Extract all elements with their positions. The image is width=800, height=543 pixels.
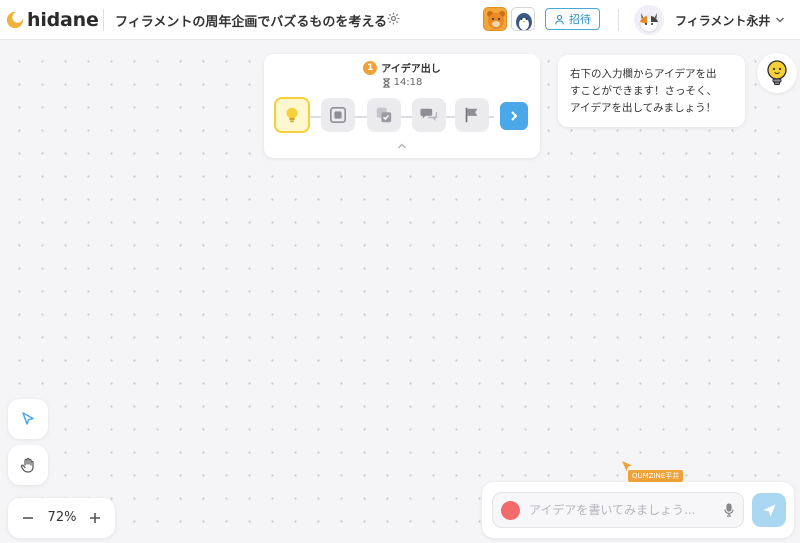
step-idea[interactable] (274, 97, 310, 133)
tip-line: アイデアを出してみましょう！ (570, 102, 717, 114)
timer-value: 14:18 (393, 77, 423, 88)
lightbulb-mascot-icon (767, 60, 787, 85)
step-group[interactable] (321, 98, 355, 132)
chat-bubbles-icon (420, 108, 438, 121)
invite-label: 招待 (569, 13, 591, 26)
collaborator-cursor-label: QUMZINE平井 (628, 470, 684, 482)
tip-line: 右下の入力欄からアイデアを出 (570, 68, 717, 80)
flag-icon (465, 107, 478, 123)
user-avatar[interactable] (634, 5, 664, 35)
zoom-in-icon[interactable] (87, 510, 103, 526)
idea-input-wrapper (492, 492, 744, 528)
mic-icon[interactable] (723, 503, 735, 517)
invite-button[interactable]: 招待 (545, 8, 600, 30)
paper-plane-icon (762, 503, 776, 517)
bear-icon (487, 11, 505, 29)
person-icon (555, 14, 564, 24)
participant-avatar-bear[interactable] (483, 7, 507, 31)
zoom-control: 72% (8, 498, 115, 538)
chevron-right-icon (511, 111, 518, 121)
penguin-icon (516, 13, 532, 30)
tip-bubble: 右下の入力欄からアイデアを出 すことができます！さっそく、 アイデアを出してみま… (558, 55, 745, 127)
step-title-row: 1 アイデア出し (264, 60, 540, 75)
step-panel: 1 アイデア出し 14:18 (264, 54, 540, 158)
step-number-badge: 1 (363, 60, 378, 75)
zoom-out-icon[interactable] (20, 510, 36, 526)
step-title: アイデア出し (381, 64, 441, 75)
zoom-level: 72% (47, 510, 77, 525)
idea-input-panel (482, 482, 794, 538)
idea-input[interactable] (529, 493, 719, 527)
pointer-icon (22, 412, 34, 425)
select-tool-button[interactable] (8, 399, 48, 439)
hand-icon (20, 457, 34, 473)
project-title[interactable]: フィラメントの周年企画でバズるものを考える (115, 11, 387, 30)
hourglass-icon (382, 77, 390, 88)
hand-tool-button[interactable] (8, 445, 48, 485)
next-step-button[interactable] (500, 102, 528, 130)
logo[interactable]: hidane (6, 8, 99, 32)
chevron-down-icon[interactable] (775, 15, 785, 25)
cat-icon (639, 13, 659, 33)
gear-icon[interactable] (386, 11, 401, 26)
logo-text: hidane (27, 9, 99, 31)
lightbulb-icon (286, 107, 298, 123)
stacked-cards-check-icon (376, 107, 392, 123)
user-name[interactable]: フィラメント永井 (675, 12, 770, 29)
step-goal[interactable] (455, 98, 489, 132)
header-divider (103, 9, 104, 31)
header-divider (618, 9, 619, 31)
app-header: hidane フィラメントの周年企画でバズるものを考える 招待 フィラメント永井 (0, 0, 800, 40)
chevron-up-icon[interactable] (397, 142, 407, 150)
color-dot[interactable] (501, 501, 520, 520)
tip-line: すことができます！さっそく、 (570, 85, 717, 97)
timer: 14:18 (264, 77, 540, 88)
frame-icon (329, 106, 347, 124)
step-select[interactable] (367, 98, 401, 132)
participant-avatar-penguin[interactable] (511, 7, 535, 31)
flame-logo-icon (6, 11, 24, 29)
send-button[interactable] (752, 493, 786, 527)
step-discuss[interactable] (412, 98, 446, 132)
mascot[interactable] (757, 53, 797, 93)
